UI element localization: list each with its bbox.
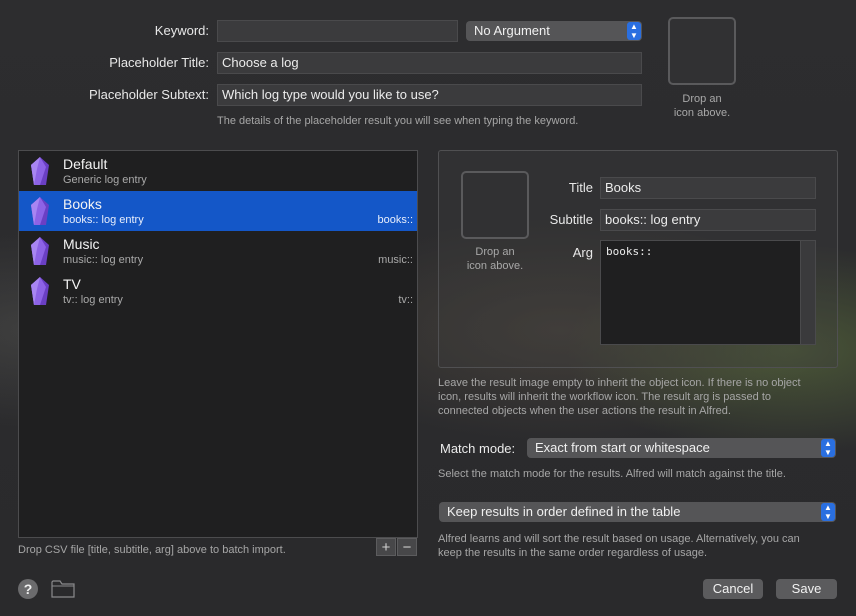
cancel-button[interactable]: Cancel bbox=[703, 579, 763, 599]
keyword-label: Keyword: bbox=[154, 23, 209, 38]
updown-chevron-icon: ▲ ▼ bbox=[627, 22, 641, 40]
list-item-title: Books bbox=[63, 196, 102, 212]
obsidian-gem-icon bbox=[31, 197, 49, 225]
list-item-subtitle: Generic log entry bbox=[63, 174, 147, 186]
remove-item-button[interactable]: − bbox=[397, 538, 417, 556]
save-button[interactable]: Save bbox=[776, 579, 837, 599]
help-button[interactable]: ? bbox=[18, 579, 38, 599]
result-icon-well[interactable] bbox=[461, 171, 529, 239]
list-item-arg: tv:: bbox=[398, 294, 413, 306]
result-icon-drop-hint: Drop an icon above. bbox=[443, 245, 547, 273]
workflow-icon-drop-hint: Drop an icon above. bbox=[650, 92, 754, 120]
obsidian-gem-icon bbox=[31, 237, 49, 265]
obsidian-gem-icon bbox=[31, 157, 49, 185]
placeholder-subtext-input[interactable]: Which log type would you like to use? bbox=[217, 84, 642, 106]
add-item-button[interactable]: + bbox=[376, 538, 396, 556]
result-hint-line: Leave the result image empty to inherit … bbox=[438, 377, 801, 389]
icon-drop-line1: Drop an bbox=[682, 93, 722, 105]
subtitle-label: Subtitle bbox=[549, 212, 593, 227]
workflow-icon-well[interactable] bbox=[668, 17, 736, 85]
arg-textarea[interactable]: books:: bbox=[600, 240, 816, 345]
result-detail-panel: Drop an icon above. Title Books Subtitle… bbox=[438, 150, 838, 368]
updown-chevron-icon: ▲ ▼ bbox=[821, 503, 835, 521]
icon-drop-line2: icon above. bbox=[466, 260, 524, 272]
results-list[interactable]: Default Generic log entry Books books:: … bbox=[18, 150, 418, 538]
placeholder-title-label: Placeholder Title: bbox=[109, 55, 209, 70]
match-mode-value: Exact from start or whitespace bbox=[535, 440, 710, 455]
result-order-hint: Alfred learns and will sort the result b… bbox=[438, 532, 800, 560]
result-order-hint-line: keep the results in the same order regar… bbox=[438, 547, 708, 559]
list-item-arg: music:: bbox=[378, 254, 413, 266]
argument-mode-select[interactable]: No Argument ▲ ▼ bbox=[466, 21, 642, 41]
list-item[interactable]: Default Generic log entry bbox=[19, 151, 417, 191]
placeholder-subtext-label: Placeholder Subtext: bbox=[89, 87, 209, 102]
arg-value: books:: bbox=[606, 245, 653, 258]
csv-import-hint: Drop CSV file [title, subtitle, arg] abo… bbox=[18, 544, 286, 556]
list-item-title: Default bbox=[63, 156, 108, 172]
list-item-subtitle: books:: log entry bbox=[63, 214, 144, 226]
list-item-subtitle: tv:: log entry bbox=[63, 294, 123, 306]
placeholder-hint: The details of the placeholder result yo… bbox=[217, 115, 579, 127]
result-order-hint-line: Alfred learns and will sort the result b… bbox=[438, 533, 800, 545]
obsidian-gem-icon bbox=[31, 277, 49, 305]
subtitle-input[interactable]: books:: log entry bbox=[600, 209, 816, 231]
argument-mode-value: No Argument bbox=[474, 23, 550, 38]
folder-icon[interactable] bbox=[51, 579, 75, 598]
match-mode-select[interactable]: Exact from start or whitespace ▲ ▼ bbox=[527, 438, 836, 458]
match-mode-hint: Select the match mode for the results. A… bbox=[438, 468, 786, 480]
icon-drop-line1: Drop an bbox=[475, 246, 515, 258]
placeholder-title-input[interactable]: Choose a log bbox=[217, 52, 642, 74]
list-item-selected[interactable]: Books books:: log entry books:: bbox=[19, 191, 417, 231]
icon-drop-line2: icon above. bbox=[673, 107, 731, 119]
title-input[interactable]: Books bbox=[600, 177, 816, 199]
arg-scrollbar[interactable] bbox=[800, 241, 815, 344]
result-hint-line: icon, results will inherit the workflow … bbox=[438, 391, 771, 403]
result-hint-line: connected objects when the user actions … bbox=[438, 405, 731, 417]
title-label: Title bbox=[568, 180, 593, 195]
arg-label: Arg bbox=[572, 245, 593, 260]
result-hint: Leave the result image empty to inherit … bbox=[438, 376, 801, 418]
match-mode-label: Match mode: bbox=[440, 441, 516, 456]
updown-chevron-icon: ▲ ▼ bbox=[821, 439, 835, 457]
list-item[interactable]: TV tv:: log entry tv:: bbox=[19, 271, 417, 311]
keyword-input[interactable] bbox=[217, 20, 458, 42]
list-item-title: TV bbox=[63, 276, 81, 292]
list-item-title: Music bbox=[63, 236, 100, 252]
list-item-subtitle: music:: log entry bbox=[63, 254, 144, 266]
result-order-select[interactable]: Keep results in order defined in the tab… bbox=[439, 502, 836, 522]
result-order-value: Keep results in order defined in the tab… bbox=[447, 504, 681, 519]
list-item[interactable]: Music music:: log entry music:: bbox=[19, 231, 417, 271]
list-item-arg: books:: bbox=[377, 214, 413, 226]
